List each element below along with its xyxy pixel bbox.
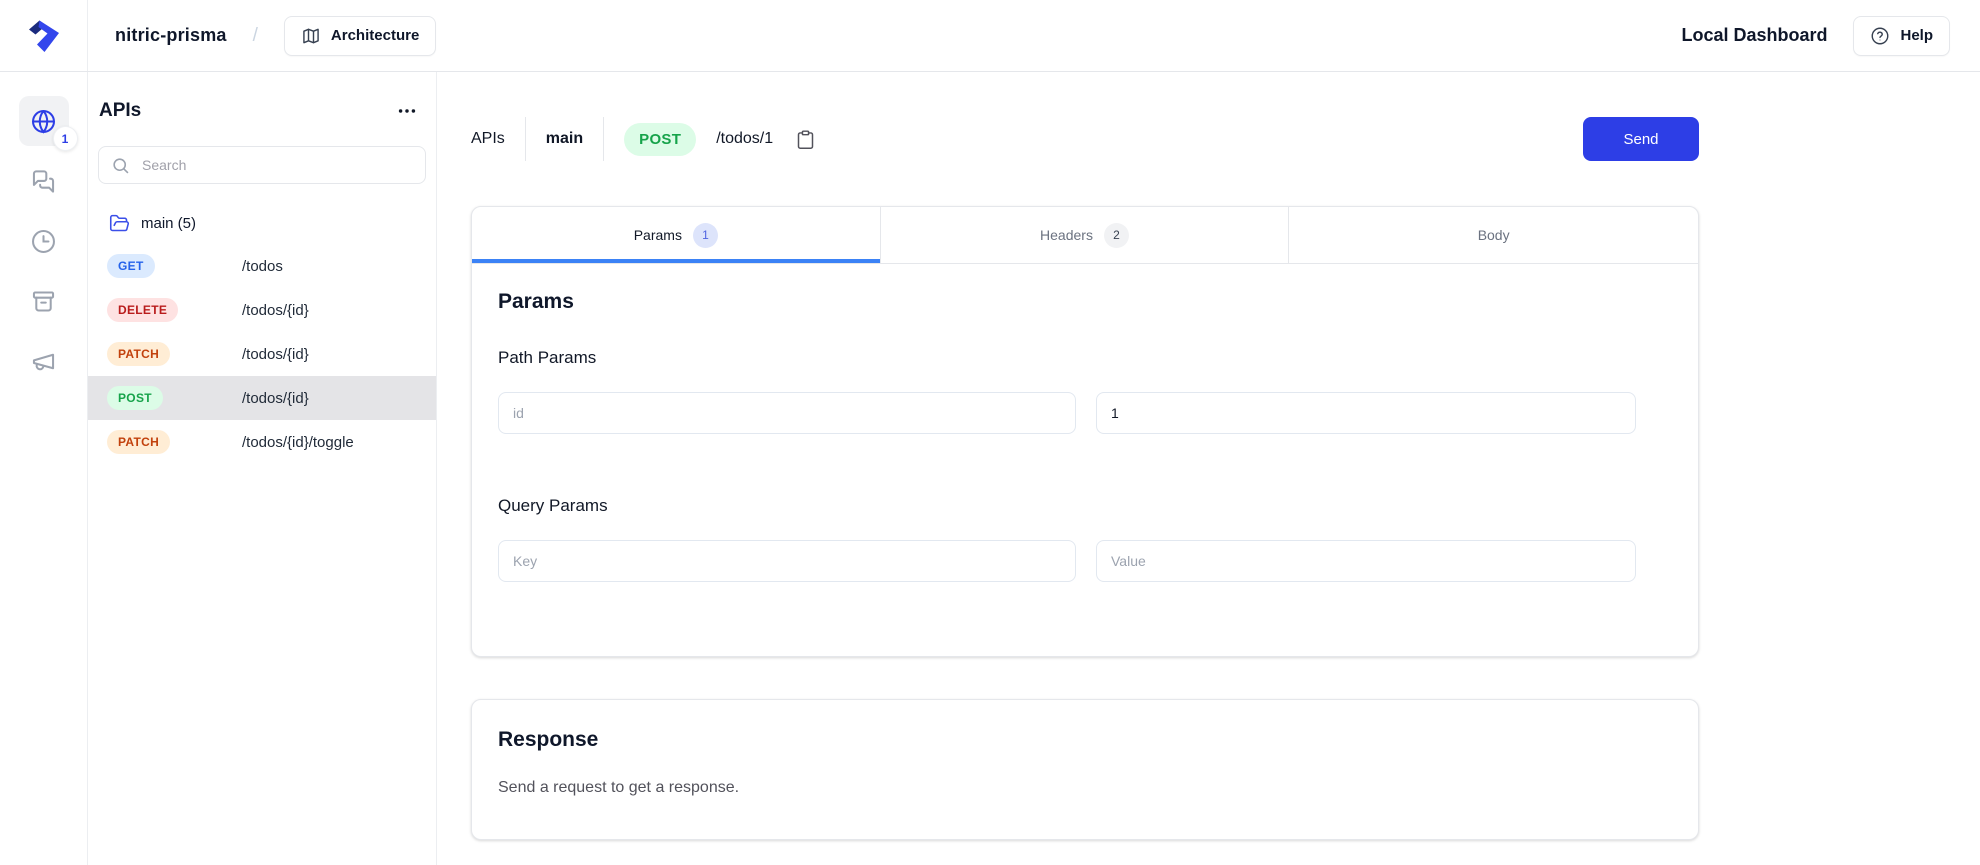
globe-icon	[30, 108, 57, 135]
icon-rail: 1	[0, 72, 88, 865]
apis-sidebar: APIs	[88, 72, 437, 865]
nitric-logo[interactable]	[0, 0, 88, 71]
search-icon	[111, 156, 130, 175]
clipboard-icon	[795, 129, 816, 150]
chat-bubbles-icon	[30, 168, 57, 195]
tab-label: Headers	[1040, 227, 1093, 243]
rail-item-apis[interactable]: 1	[19, 96, 69, 146]
endpoint-row[interactable]: PATCH /todos/{id}	[88, 332, 436, 376]
endpoint-path: /todos/{id}	[242, 390, 309, 407]
params-panel: Params Path Params Query Params	[472, 264, 1698, 656]
query-params-heading: Query Params	[498, 496, 1634, 516]
endpoint-path: /todos/{id}	[242, 302, 309, 319]
breadcrumb-divider	[525, 117, 526, 161]
breadcrumb-api: main	[546, 130, 583, 148]
method-badge: DELETE	[107, 298, 178, 322]
help-button[interactable]: Help	[1853, 16, 1950, 56]
breadcrumb-root: APIs	[471, 130, 505, 148]
method-badge: PATCH	[107, 342, 170, 366]
response-empty-message: Send a request to get a response.	[498, 779, 1672, 797]
request-topbar: APIs main POST /todos/1 Sen	[471, 117, 1699, 161]
sidebar-title: APIs	[99, 100, 141, 122]
megaphone-icon	[30, 348, 57, 375]
dashboard-title: Local Dashboard	[1681, 25, 1827, 46]
path-param-value-input[interactable]	[1096, 392, 1636, 434]
response-card: Response Send a request to get a respons…	[471, 699, 1699, 840]
clock-icon	[30, 228, 57, 255]
endpoint-list: GET /todos DELETE /todos/{id} PATCH /tod…	[88, 244, 436, 464]
app: nitric-prisma / Architecture Local Dashb…	[0, 0, 1980, 865]
method-badge: POST	[107, 386, 163, 410]
query-params-row	[498, 540, 1634, 582]
top-bar: nitric-prisma / Architecture Local Dashb…	[0, 0, 1980, 72]
send-button[interactable]: Send	[1583, 117, 1699, 161]
rail-item-storage[interactable]	[19, 276, 69, 326]
params-heading: Params	[498, 290, 1634, 314]
project-name: nitric-prisma	[115, 25, 227, 46]
endpoint-path: /todos/{id}	[242, 346, 309, 363]
endpoint-path: /todos	[242, 258, 283, 275]
bucket-icon	[30, 288, 57, 315]
rail-item-schedules[interactable]	[19, 216, 69, 266]
tab-count-badge: 2	[1104, 223, 1129, 248]
query-param-value-input[interactable]	[1096, 540, 1636, 582]
endpoint-row[interactable]: PATCH /todos/{id}/toggle	[88, 420, 436, 464]
endpoint-path: /todos/{id}/toggle	[242, 434, 354, 451]
path-params-heading: Path Params	[498, 348, 1634, 368]
search-input[interactable]	[140, 156, 413, 174]
request-tabs: Params 1 Headers 2 Body	[472, 207, 1698, 264]
folder-open-icon	[109, 213, 130, 234]
rail-item-chat[interactable]	[19, 156, 69, 206]
api-group-label: main (5)	[141, 215, 196, 232]
map-icon	[301, 26, 321, 46]
tab-body[interactable]: Body	[1289, 207, 1698, 263]
endpoint-row[interactable]: DELETE /todos/{id}	[88, 288, 436, 332]
help-circle-icon	[1870, 26, 1890, 46]
sidebar-menu-button[interactable]	[392, 96, 422, 126]
tab-label: Params	[634, 227, 682, 243]
api-group[interactable]: main (5)	[88, 210, 436, 236]
nitric-logo-icon	[24, 16, 64, 56]
header-right: Local Dashboard Help	[1681, 16, 1980, 56]
method-badge: GET	[107, 254, 155, 278]
tab-count-badge: 1	[693, 223, 718, 248]
copy-path-button[interactable]	[793, 127, 818, 152]
help-button-label: Help	[1900, 27, 1933, 44]
endpoint-row[interactable]: POST /todos/{id}	[88, 376, 436, 420]
header-breadcrumb: nitric-prisma / Architecture	[88, 16, 436, 56]
breadcrumb-path: /todos/1	[716, 130, 773, 148]
path-params-row	[498, 392, 1634, 434]
ellipsis-icon	[396, 100, 418, 122]
rail-item-topics[interactable]	[19, 336, 69, 386]
breadcrumb-divider	[603, 117, 604, 161]
architecture-button-label: Architecture	[331, 27, 419, 44]
search-box	[98, 146, 426, 184]
breadcrumb-method-badge: POST	[624, 123, 696, 156]
main-content: APIs main POST /todos/1 Sen	[437, 72, 1980, 865]
tab-headers[interactable]: Headers 2	[881, 207, 1290, 263]
query-param-key-input[interactable]	[498, 540, 1076, 582]
request-breadcrumb: APIs main POST /todos/1	[471, 117, 818, 161]
response-heading: Response	[498, 728, 1672, 752]
endpoint-row[interactable]: GET /todos	[88, 244, 436, 288]
request-card: Params 1 Headers 2 Body Params	[471, 206, 1699, 657]
tab-label: Body	[1478, 227, 1510, 243]
breadcrumb-separator: /	[253, 25, 258, 47]
architecture-button[interactable]: Architecture	[284, 16, 436, 56]
tab-params[interactable]: Params 1	[472, 207, 881, 263]
apis-count-badge: 1	[53, 126, 78, 151]
path-param-key-input[interactable]	[498, 392, 1076, 434]
method-badge: PATCH	[107, 430, 170, 454]
